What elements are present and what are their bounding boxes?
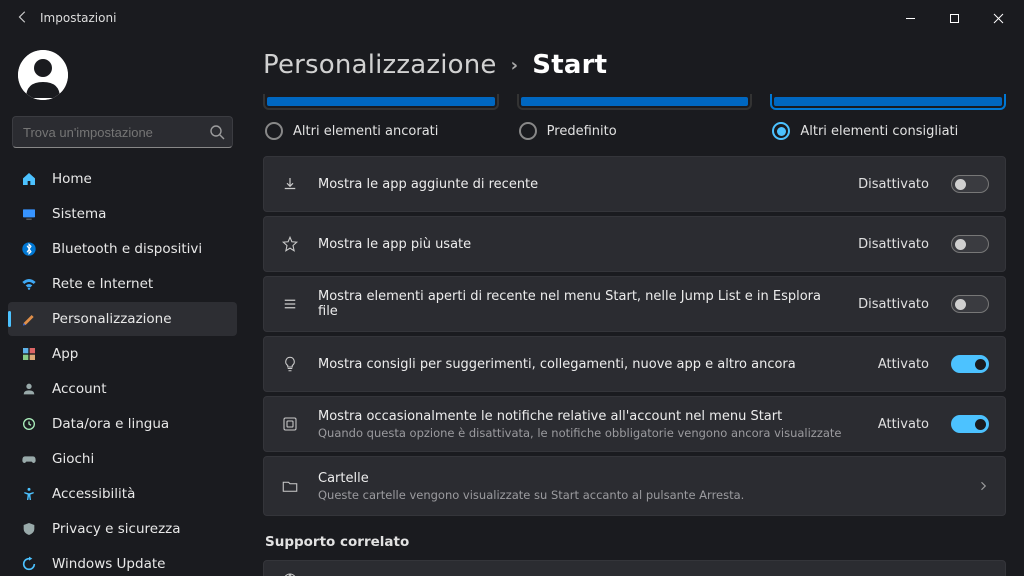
start-icon — [280, 415, 300, 433]
radio-button[interactable] — [265, 122, 283, 140]
nav-apps[interactable]: App — [8, 337, 237, 371]
accessibility-icon — [20, 485, 38, 503]
nav-label: Privacy e sicurezza — [52, 521, 181, 537]
setting-title: Mostra consigli per suggerimenti, colleg… — [318, 357, 860, 372]
setting-title: Mostra le app aggiunte di recente — [318, 177, 840, 192]
nav-label: Windows Update — [52, 556, 165, 572]
star-icon — [280, 235, 300, 253]
nav-label: App — [52, 346, 78, 362]
layout-label: Predefinito — [547, 124, 617, 139]
nav-label: Rete e Internet — [52, 276, 153, 292]
nav-label: Accessibilità — [52, 486, 135, 502]
layout-label: Altri elementi consigliati — [800, 124, 958, 139]
toggle-switch[interactable] — [951, 295, 989, 313]
nav-label: Giochi — [52, 451, 94, 467]
nav-personalization[interactable]: Personalizzazione — [8, 302, 237, 336]
setting-folders[interactable]: Cartelle Queste cartelle vengono visuali… — [263, 456, 1006, 516]
globe-icon — [280, 571, 300, 576]
back-button[interactable] — [16, 9, 30, 28]
chevron-right-icon: › — [511, 55, 519, 76]
nav-account[interactable]: Account — [8, 372, 237, 406]
avatar — [18, 50, 68, 100]
nav-label: Personalizzazione — [52, 311, 172, 327]
layout-option-more-pins[interactable]: Altri elementi ancorati — [263, 94, 499, 140]
minimize-button[interactable] — [888, 0, 932, 36]
sidebar: Home Sistema Bluetooth e dispositivi Ret… — [0, 36, 245, 576]
folder-icon — [280, 477, 300, 495]
setting-recent-items: Mostra elementi aperti di recente nel me… — [263, 276, 1006, 332]
close-button[interactable] — [976, 0, 1020, 36]
personalization-icon — [20, 310, 38, 328]
setting-state: Attivato — [878, 357, 929, 372]
nav-list: Home Sistema Bluetooth e dispositivi Ret… — [8, 162, 237, 576]
toggle-switch[interactable] — [951, 355, 989, 373]
setting-state: Disattivato — [858, 297, 929, 312]
nav-bluetooth[interactable]: Bluetooth e dispositivi — [8, 232, 237, 266]
search-box[interactable] — [12, 116, 233, 148]
nav-accessibility[interactable]: Accessibilità — [8, 477, 237, 511]
nav-label: Bluetooth e dispositivi — [52, 241, 202, 257]
search-icon — [209, 124, 225, 140]
radio-button[interactable] — [772, 122, 790, 140]
maximize-button[interactable] — [932, 0, 976, 36]
setting-title: Mostra occasionalmente le notifiche rela… — [318, 409, 860, 424]
page-title: Start — [532, 50, 607, 80]
toggle-switch[interactable] — [951, 175, 989, 193]
setting-state: Disattivato — [858, 237, 929, 252]
gamepad-icon — [20, 450, 38, 468]
nav-label: Sistema — [52, 206, 106, 222]
layout-options: Altri elementi ancorati Predefinito Altr… — [263, 94, 1006, 140]
setting-title: Cartelle — [318, 471, 959, 486]
breadcrumb: Personalizzazione › Start — [263, 50, 1006, 80]
nav-gaming[interactable]: Giochi — [8, 442, 237, 476]
setting-subtitle: Queste cartelle vengono visualizzate su … — [318, 488, 959, 502]
setting-title: Mostra elementi aperti di recente nel me… — [318, 289, 840, 319]
toggle-switch[interactable] — [951, 415, 989, 433]
account-header[interactable] — [8, 42, 237, 116]
radio-button[interactable] — [519, 122, 537, 140]
nav-network[interactable]: Rete e Internet — [8, 267, 237, 301]
download-icon — [280, 175, 300, 193]
main-content: Personalizzazione › Start Altri elementi… — [245, 36, 1024, 576]
setting-state: Disattivato — [858, 177, 929, 192]
nav-time-language[interactable]: Data/ora e lingua — [8, 407, 237, 441]
layout-option-default[interactable]: Predefinito — [517, 94, 753, 140]
layout-label: Altri elementi ancorati — [293, 124, 438, 139]
bluetooth-icon — [20, 240, 38, 258]
system-icon — [20, 205, 38, 223]
nav-system[interactable]: Sistema — [8, 197, 237, 231]
setting-state: Attivato — [878, 417, 929, 432]
nav-label: Data/ora e lingua — [52, 416, 169, 432]
toggle-switch[interactable] — [951, 235, 989, 253]
setting-tips: Mostra consigli per suggerimenti, colleg… — [263, 336, 1006, 392]
setting-title: Mostra le app più usate — [318, 237, 840, 252]
setting-subtitle: Quando questa opzione è disattivata, le … — [318, 426, 860, 440]
clock-icon — [20, 415, 38, 433]
update-icon — [20, 555, 38, 573]
list-icon — [280, 295, 300, 313]
setting-recent-apps: Mostra le app aggiunte di recente Disatt… — [263, 156, 1006, 212]
apps-icon — [20, 345, 38, 363]
layout-option-more-recommendations[interactable]: Altri elementi consigliati — [770, 94, 1006, 140]
lightbulb-icon — [280, 355, 300, 373]
related-support-heading: Supporto correlato — [265, 534, 1006, 550]
home-icon — [20, 170, 38, 188]
wifi-icon — [20, 275, 38, 293]
nav-windows-update[interactable]: Windows Update — [8, 547, 237, 576]
setting-account-notifications: Mostra occasionalmente le notifiche rela… — [263, 396, 1006, 452]
related-support-item[interactable] — [263, 560, 1006, 576]
chevron-right-icon — [977, 477, 989, 496]
setting-most-used: Mostra le app più usate Disattivato — [263, 216, 1006, 272]
shield-icon — [20, 520, 38, 538]
breadcrumb-parent[interactable]: Personalizzazione — [263, 50, 497, 80]
nav-privacy[interactable]: Privacy e sicurezza — [8, 512, 237, 546]
titlebar: Impostazioni — [0, 0, 1024, 36]
nav-label: Home — [52, 171, 92, 187]
window-title: Impostazioni — [40, 11, 116, 25]
nav-home[interactable]: Home — [8, 162, 237, 196]
nav-label: Account — [52, 381, 107, 397]
account-icon — [20, 380, 38, 398]
search-input[interactable] — [12, 116, 233, 148]
